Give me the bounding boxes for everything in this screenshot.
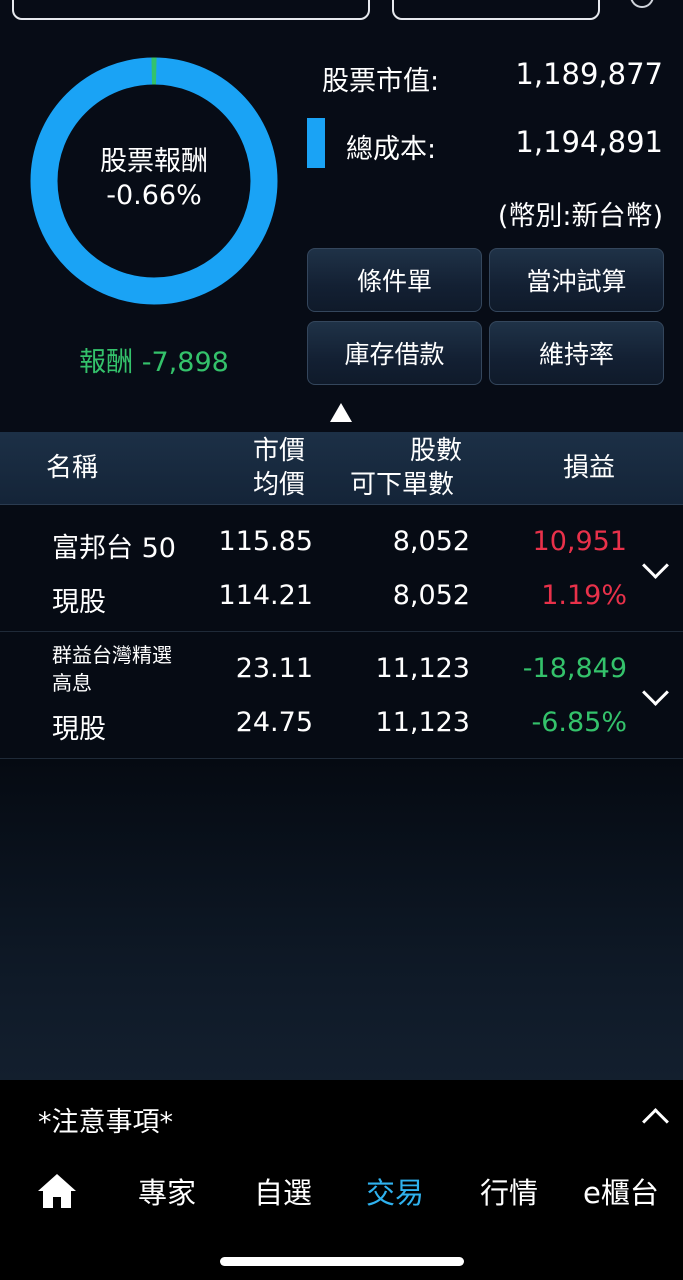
holding-row[interactable]: 群益台灣精選高息 現股 23.11 24.75 11,123 11,123 -1…	[0, 631, 683, 759]
nav-item-trade[interactable]: 交易	[366, 1170, 424, 1212]
pnl-value: 10,951	[532, 526, 627, 557]
pnl-percent: 1.19%	[541, 580, 627, 611]
orderable-shares: 8,052	[392, 580, 470, 611]
top-left-selector[interactable]	[12, 0, 370, 20]
profit-summary: 報酬 -7,898	[30, 340, 278, 379]
nav-item-watchlist[interactable]: 自選	[254, 1170, 312, 1212]
stock-type: 現股	[52, 587, 106, 618]
header-name[interactable]: 名稱	[46, 452, 98, 484]
donut-title: 股票報酬	[100, 146, 208, 177]
pnl-percent: -6.85%	[531, 707, 627, 738]
top-right-selector[interactable]	[392, 0, 600, 20]
total-cost: 1,194,891	[515, 125, 663, 159]
donut-percent: -0.66%	[106, 180, 202, 211]
market-value: 1,189,877	[515, 57, 663, 91]
notice-bar[interactable]: *注意事項*	[0, 1080, 683, 1156]
holdings-table-header: 名稱 市價 均價 股數 可下單數 損益	[0, 432, 683, 505]
home-icon[interactable]	[36, 1172, 78, 1210]
holding-row[interactable]: 富邦台 50 現股 115.85 114.21 8,052 8,052 10,9…	[0, 504, 683, 632]
stock-name: 富邦台 50	[52, 533, 176, 564]
stock-type: 現股	[52, 714, 106, 745]
profit-value: -7,898	[141, 347, 229, 378]
expand-row-chevron-icon[interactable]	[642, 679, 669, 706]
pnl-value: -18,849	[522, 653, 627, 684]
shares: 11,123	[375, 653, 470, 684]
expand-row-chevron-icon[interactable]	[642, 552, 669, 579]
home-indicator	[220, 1257, 464, 1266]
total-cost-label: 總成本:	[346, 134, 437, 165]
nav-item-market[interactable]: 行情	[480, 1170, 538, 1212]
header-shares[interactable]: 股數	[410, 435, 462, 467]
nav-item-ecounter[interactable]: e櫃台	[583, 1170, 659, 1212]
header-market-price[interactable]: 市價	[253, 435, 305, 467]
maintenance-rate-button[interactable]: 維持率	[489, 321, 664, 385]
profit-label: 報酬	[79, 347, 134, 378]
market-price: 23.11	[235, 653, 313, 684]
market-value-label: 股票市值:	[322, 66, 440, 97]
inventory-loan-button[interactable]: 庫存借款	[307, 321, 482, 385]
content-background	[0, 758, 683, 1080]
conditional-order-button[interactable]: 條件單	[307, 248, 482, 312]
header-orderable[interactable]: 可下單數	[350, 469, 454, 501]
market-price: 115.85	[218, 526, 313, 557]
stock-name: 群益台灣精選高息	[52, 643, 172, 695]
avg-price: 114.21	[218, 580, 313, 611]
day-trade-calc-button[interactable]: 當沖試算	[489, 248, 664, 312]
notice-label[interactable]: *注意事項*	[38, 1100, 173, 1139]
donut-center-label: 股票報酬 -0.66%	[30, 145, 278, 213]
shares: 8,052	[392, 526, 470, 557]
nav-item-experts[interactable]: 專家	[138, 1170, 196, 1212]
orderable-shares: 11,123	[375, 707, 470, 738]
currency-note: (幣別:新台幣)	[497, 201, 663, 232]
avg-price: 24.75	[235, 707, 313, 738]
header-pnl[interactable]: 損益	[563, 452, 615, 484]
collapse-summary-icon[interactable]	[330, 403, 352, 422]
header-avg-price[interactable]: 均價	[253, 469, 305, 501]
cost-legend-marker	[307, 118, 325, 168]
